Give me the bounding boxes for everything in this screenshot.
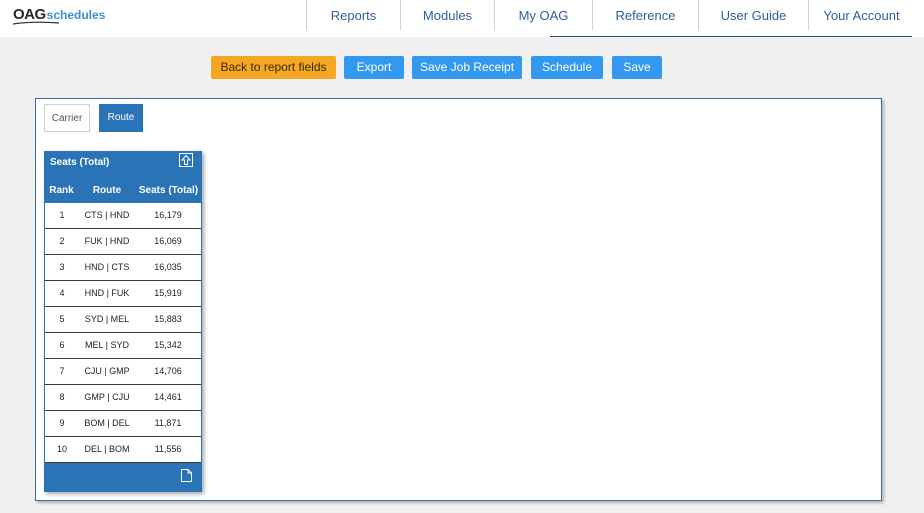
tab-carrier[interactable]: Carrier [44, 104, 90, 132]
seats-cell: 11,871 [154, 418, 182, 428]
rank-cell: 4 [59, 288, 65, 298]
table-row[interactable]: 9 BOM | DEL 11,871 [45, 411, 201, 437]
action-bar: Back to report fields Export Save Job Re… [0, 56, 924, 79]
rank-cell: 7 [59, 366, 65, 376]
rank-cell: 9 [59, 418, 65, 428]
route-cell: HND | CTS [84, 262, 130, 272]
table-title: Seats (Total) [50, 157, 110, 168]
route-cell: DEL | BOM [84, 444, 130, 454]
route-cell: SYD | MEL [84, 314, 130, 324]
table-row[interactable]: 5 SYD | MEL 15,883 [45, 307, 201, 333]
table-row[interactable]: 4 HND | FUK 15,919 [45, 281, 201, 307]
seats-cell: 11,556 [154, 444, 182, 454]
table-row[interactable]: 6 MEL | SYD 15,342 [45, 333, 201, 359]
table-row[interactable]: 1 CTS | HND 16,179 [45, 203, 201, 229]
route-cell: GMP | CJU [84, 392, 130, 402]
nav-item-user-guide[interactable]: User Guide [698, 0, 808, 30]
rank-cell: 8 [59, 392, 65, 402]
nav-item-label: Modules [422, 7, 473, 23]
nav-item-label: Reports [330, 7, 377, 23]
top-bar: OAG schedules Reports Modules My OAG Ref… [0, 0, 924, 37]
main-nav: Reports Modules My OAG Reference User Gu… [306, 0, 914, 30]
logo-schedules-text: schedules [46, 8, 106, 22]
table-body: 1 CTS | HND 16,179 2 FUK | HND 16,069 3 … [45, 203, 201, 463]
oag-schedules-logo[interactable]: OAG schedules [13, 6, 105, 26]
nav-item-my-oag[interactable]: My OAG [494, 0, 592, 30]
save-button[interactable]: Save [612, 56, 662, 79]
table-row[interactable]: 3 HND | CTS 16,035 [45, 255, 201, 281]
table-row[interactable]: 7 CJU | GMP 14,706 [45, 359, 201, 385]
rank-cell: 6 [59, 340, 65, 350]
route-cell: CTS | HND [84, 210, 130, 220]
seats-cell: 16,069 [154, 236, 182, 246]
route-cell: BOM | DEL [84, 418, 130, 428]
table-row[interactable]: 2 FUK | HND 16,069 [45, 229, 201, 255]
save-job-receipt-button[interactable]: Save Job Receipt [412, 56, 522, 79]
nav-item-your-account[interactable]: Your Account [808, 0, 914, 30]
rank-cell: 3 [59, 262, 65, 272]
logo-swoosh-icon [13, 21, 59, 25]
route-cell: FUK | HND [84, 236, 130, 246]
seats-cell: 16,035 [154, 262, 182, 272]
rank-cell: 1 [59, 210, 65, 220]
nav-item-label: My OAG [518, 7, 569, 23]
export-up-arrow-icon[interactable] [179, 153, 193, 167]
report-panel: Carrier Route Seats (Total) Rank Route S… [35, 98, 882, 501]
seats-cell: 14,461 [154, 392, 182, 402]
nav-item-label: User Guide [720, 7, 787, 23]
nav-item-reports[interactable]: Reports [306, 0, 400, 30]
seats-cell: 15,883 [154, 314, 182, 324]
column-header-seats[interactable]: Seats (Total) [135, 185, 202, 196]
nav-item-label: Your Account [823, 7, 900, 23]
schedule-button[interactable]: Schedule [531, 56, 603, 79]
nav-item-reference[interactable]: Reference [592, 0, 698, 30]
rank-cell: 2 [59, 236, 65, 246]
route-cell: MEL | SYD [84, 340, 129, 350]
export-button[interactable]: Export [344, 56, 404, 79]
nav-underline [550, 36, 912, 37]
seats-cell: 15,919 [154, 288, 182, 298]
seats-cell: 15,342 [154, 340, 182, 350]
table-row[interactable]: 8 GMP | CJU 14,461 [45, 385, 201, 411]
table-row[interactable]: 10 DEL | BOM 11,556 [45, 437, 201, 463]
document-icon[interactable] [181, 469, 192, 482]
route-cell: CJU | GMP [84, 366, 130, 376]
nav-item-label: Reference [615, 7, 676, 23]
rank-cell: 10 [56, 444, 67, 454]
tab-route[interactable]: Route [99, 104, 143, 132]
seats-cell: 14,706 [154, 366, 182, 376]
seats-cell: 16,179 [154, 210, 182, 220]
back-to-report-fields-button[interactable]: Back to report fields [211, 56, 336, 79]
rank-cell: 5 [59, 314, 65, 324]
route-cell: HND | FUK [84, 288, 130, 298]
column-header-rank[interactable]: Rank [44, 185, 79, 196]
column-header-route[interactable]: Route [79, 185, 135, 196]
seats-table-card: Seats (Total) Rank Route Seats (Total) 1… [44, 151, 202, 492]
nav-item-modules[interactable]: Modules [400, 0, 494, 30]
